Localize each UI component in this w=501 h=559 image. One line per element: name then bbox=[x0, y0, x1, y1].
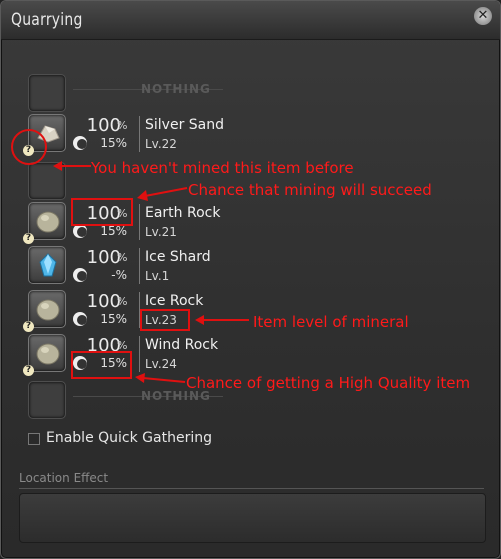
divider bbox=[139, 336, 140, 372]
item-slot[interactable] bbox=[28, 334, 66, 372]
rock-icon bbox=[36, 299, 60, 321]
annotation-item-level: Item level of mineral bbox=[253, 313, 409, 331]
item-level: Lv.1 bbox=[145, 269, 170, 283]
success-rate: 100 bbox=[86, 247, 121, 268]
item-name: Wind Rock bbox=[145, 337, 219, 353]
unknown-item-icon: ? bbox=[23, 365, 34, 376]
close-icon[interactable]: ✕ bbox=[474, 7, 492, 25]
item-slot[interactable] bbox=[28, 290, 66, 328]
percent-sign: % bbox=[117, 295, 128, 308]
empty-slot bbox=[28, 74, 66, 112]
nothing-label: NOTHING bbox=[141, 82, 211, 96]
level-highlight-box bbox=[140, 309, 190, 331]
gathering-window: Quarrying ✕ NOTHING ? 100 % 15% Silver S… bbox=[0, 0, 501, 559]
item-name: Silver Sand bbox=[145, 117, 224, 133]
item-name: Ice Shard bbox=[145, 249, 211, 265]
crystal-icon bbox=[39, 253, 57, 277]
item-level: Lv.22 bbox=[145, 137, 177, 151]
arrow-icon bbox=[135, 373, 186, 383]
empty-slot bbox=[28, 381, 66, 419]
window-title: Quarrying bbox=[11, 10, 83, 30]
hq-chance: 15% bbox=[100, 224, 127, 238]
quick-gathering-checkbox[interactable] bbox=[28, 433, 40, 445]
unknown-item-icon: ? bbox=[23, 233, 34, 244]
hq-chance: 15% bbox=[100, 136, 127, 150]
location-effect-panel bbox=[19, 493, 486, 543]
success-highlight-box bbox=[71, 198, 133, 226]
unknown-item-icon: ? bbox=[23, 321, 34, 332]
rock-icon bbox=[36, 211, 60, 233]
success-rate: 100 bbox=[86, 291, 121, 312]
divider bbox=[139, 204, 140, 240]
gather-slot-ice-shard[interactable]: 100 % -% Ice Shard Lv.1 bbox=[1, 246, 500, 290]
divider bbox=[139, 116, 140, 152]
hq-chance: 15% bbox=[100, 312, 127, 326]
item-slot[interactable] bbox=[28, 202, 66, 240]
annotation-chance-success: Chance that mining will succeed bbox=[188, 181, 432, 199]
item-name: Earth Rock bbox=[145, 205, 221, 221]
quick-gathering-label[interactable]: Enable Quick Gathering bbox=[46, 430, 212, 446]
annotation-hq-chance: Chance of getting a High Quality item bbox=[186, 374, 471, 392]
percent-sign: % bbox=[117, 251, 128, 264]
item-slot[interactable] bbox=[28, 246, 66, 284]
item-level: Lv.24 bbox=[145, 357, 177, 371]
location-effect-label: Location Effect bbox=[19, 471, 109, 485]
item-name: Ice Rock bbox=[145, 293, 204, 309]
unknown-highlight-circle bbox=[11, 129, 47, 165]
arrow-icon bbox=[195, 315, 249, 325]
item-level: Lv.21 bbox=[145, 225, 177, 239]
annotation-not-mined: You haven't mined this item before bbox=[91, 159, 354, 177]
arrow-icon bbox=[53, 161, 91, 171]
arrow-icon bbox=[137, 187, 188, 201]
divider bbox=[139, 248, 140, 284]
gather-slot-silver-sand[interactable]: ? 100 % 15% Silver Sand Lv.22 bbox=[1, 114, 500, 158]
gather-slot-empty: NOTHING bbox=[1, 71, 500, 115]
gather-slot-ice-rock[interactable]: ? 100 % 15% Ice Rock Lv.23 bbox=[1, 290, 500, 334]
hq-chance: -% bbox=[111, 268, 127, 282]
hq-highlight-box bbox=[71, 351, 132, 379]
divider bbox=[19, 488, 484, 489]
title-bar[interactable]: Quarrying ✕ bbox=[1, 1, 500, 40]
success-rate: 100 bbox=[86, 115, 121, 136]
percent-sign: % bbox=[117, 119, 128, 132]
rock-icon bbox=[36, 343, 60, 365]
